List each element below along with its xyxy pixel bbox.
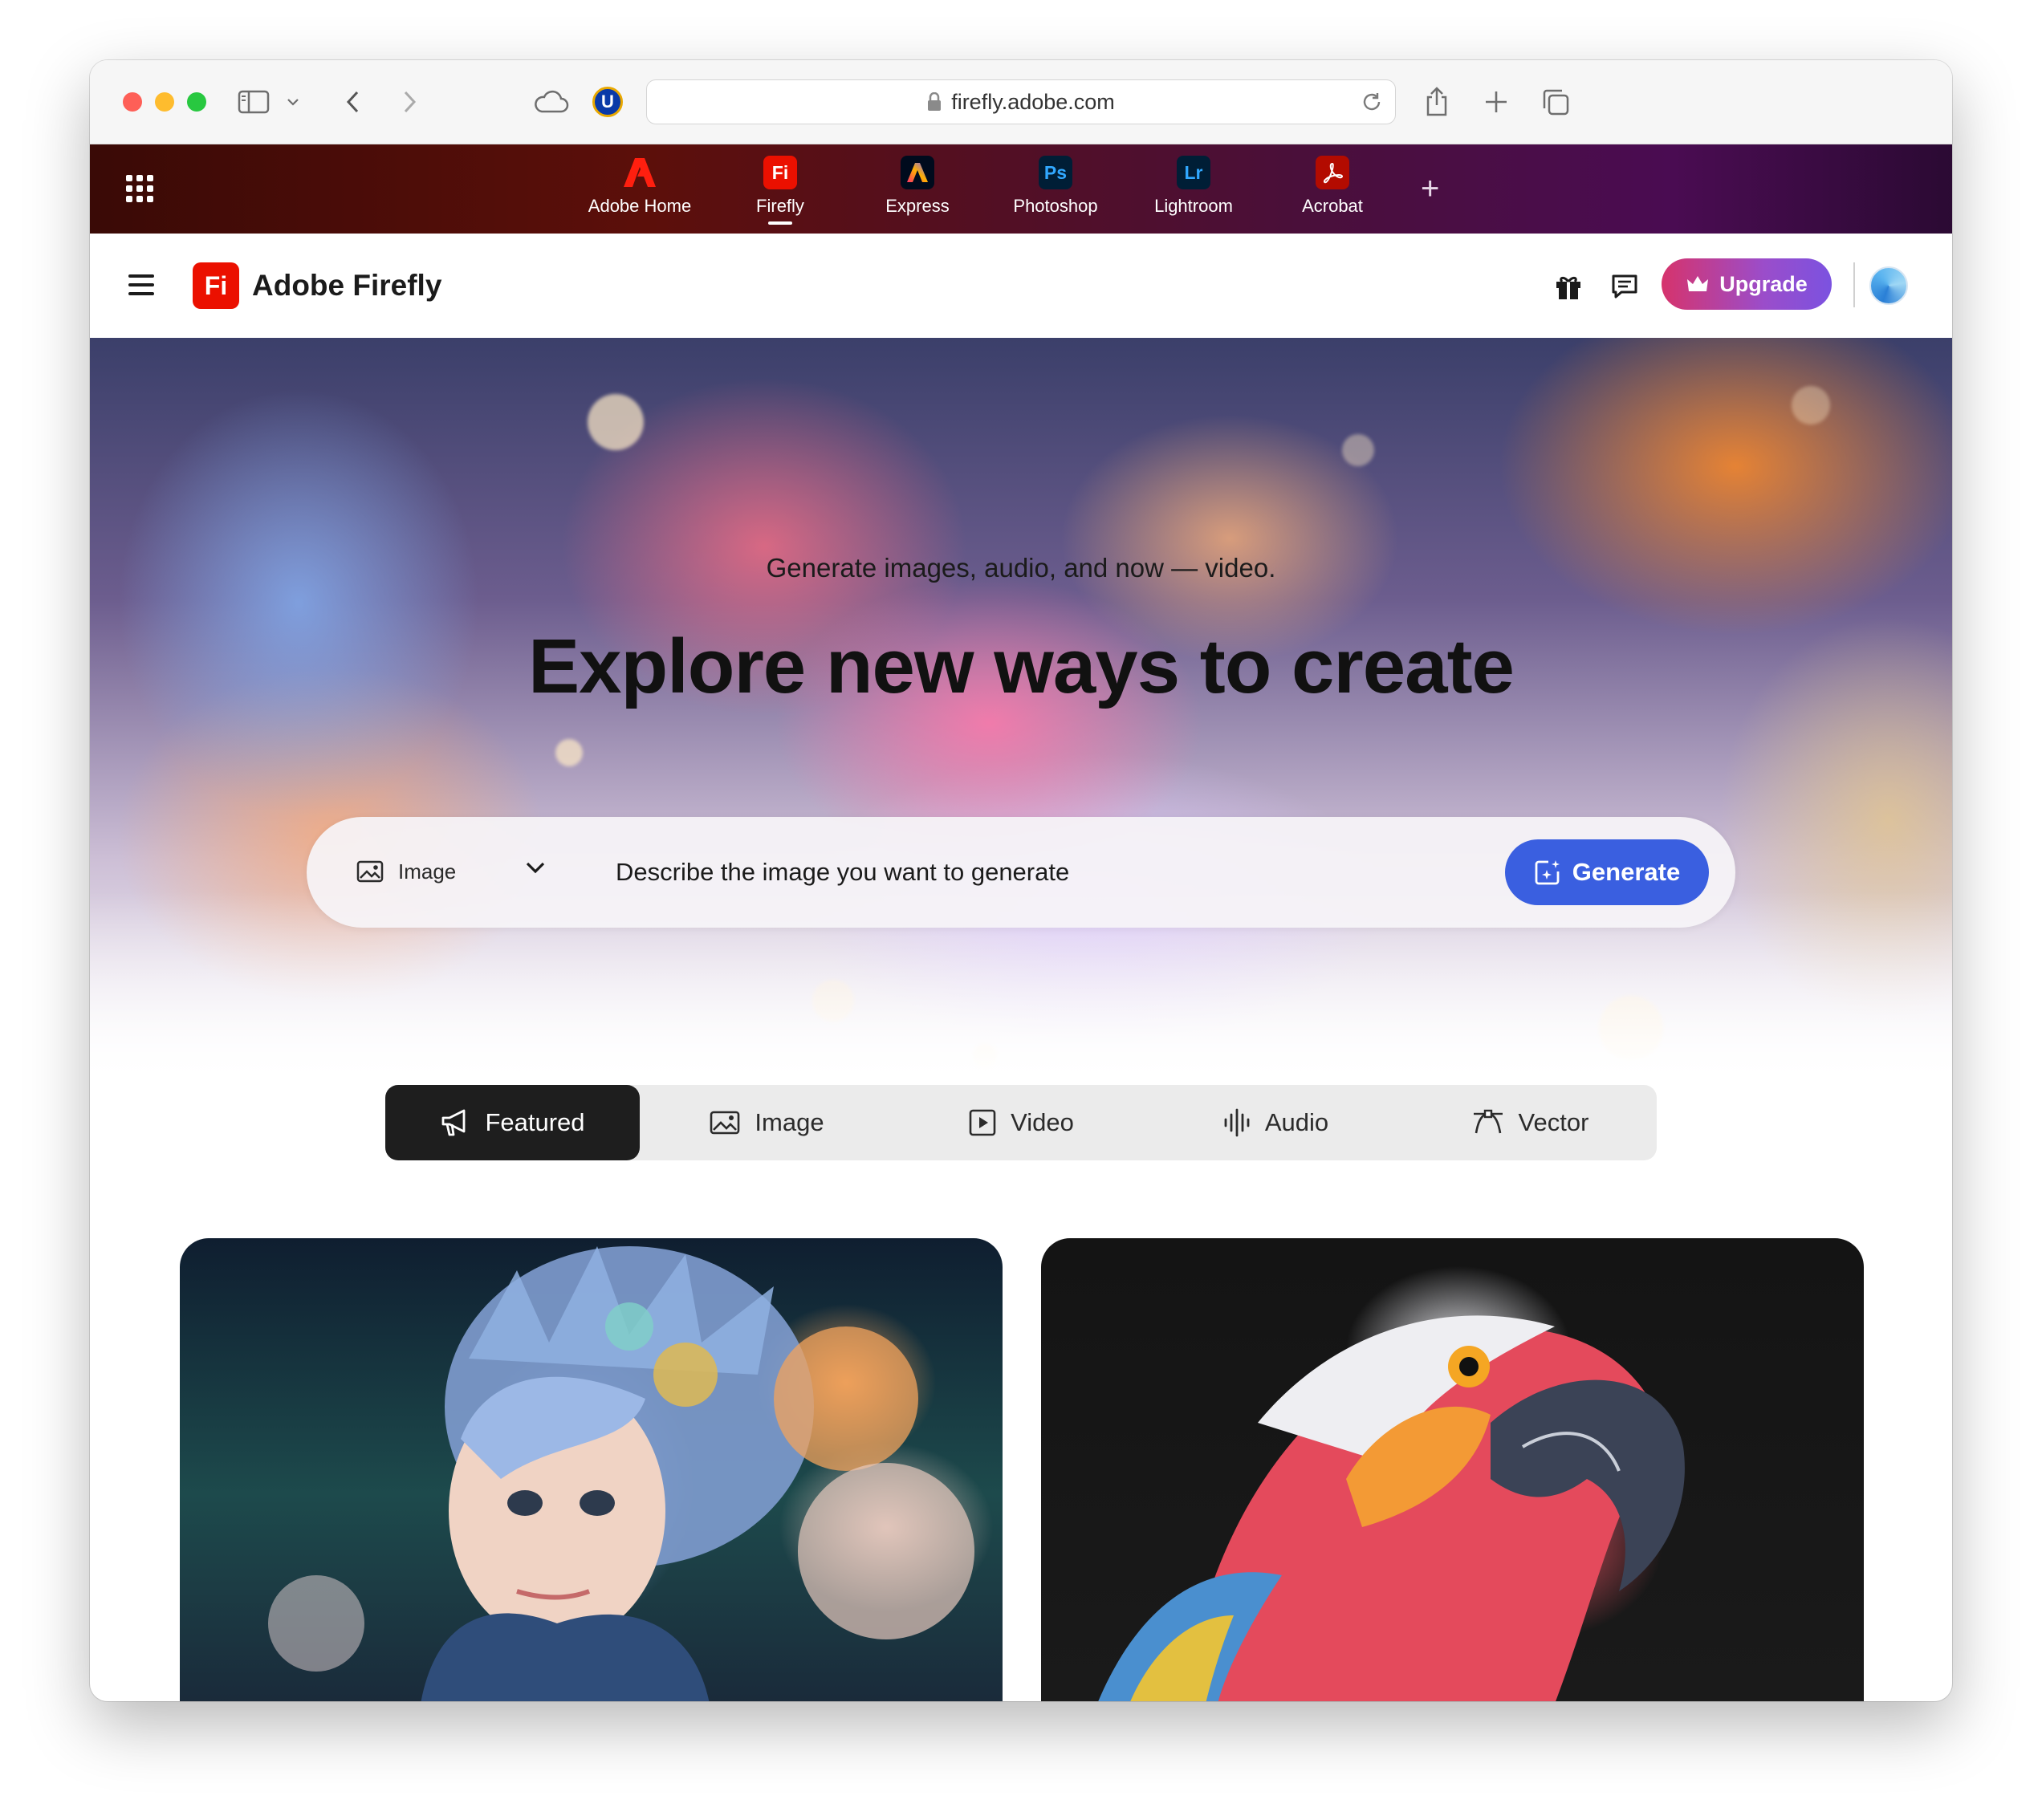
extension-u-icon[interactable]: U bbox=[592, 87, 623, 117]
zoom-window-button[interactable] bbox=[187, 92, 206, 112]
crown-icon bbox=[1687, 276, 1709, 291]
generation-type-select[interactable]: Image bbox=[356, 849, 456, 894]
app-adobe-home[interactable]: Adobe Home bbox=[588, 156, 692, 217]
close-window-button[interactable] bbox=[123, 92, 142, 112]
megaphone-icon bbox=[442, 1109, 466, 1136]
back-icon[interactable] bbox=[334, 83, 372, 121]
header-divider bbox=[1853, 262, 1855, 307]
generate-sparkle-icon bbox=[1535, 860, 1560, 885]
app-express[interactable]: Express bbox=[865, 156, 970, 217]
app-photoshop[interactable]: Ps Photoshop bbox=[1003, 156, 1108, 217]
forward-icon[interactable] bbox=[390, 83, 429, 121]
lock-icon bbox=[928, 92, 942, 111]
icloud-icon[interactable] bbox=[528, 83, 573, 121]
image-icon bbox=[356, 860, 384, 883]
parrot-artwork-image bbox=[1098, 1315, 1685, 1701]
chevron-down-icon[interactable] bbox=[525, 861, 546, 878]
acrobat-logo-icon bbox=[1316, 156, 1349, 189]
express-logo-icon bbox=[901, 156, 934, 189]
firefly-header: Fi Adobe Firefly Upgrade bbox=[90, 234, 1952, 338]
hero-section: Generate images, audio, and now — video.… bbox=[90, 338, 1952, 1084]
upgrade-button[interactable]: Upgrade bbox=[1662, 258, 1832, 310]
lightroom-logo-icon: Lr bbox=[1177, 156, 1210, 189]
tab-image[interactable]: Image bbox=[640, 1085, 894, 1160]
add-app-icon[interactable]: + bbox=[1421, 173, 1439, 205]
hero-title: Explore new ways to create bbox=[528, 624, 1515, 709]
firefly-logo-icon: Fi bbox=[763, 156, 797, 189]
hero-subtitle: Generate images, audio, and now — video. bbox=[766, 553, 1276, 583]
browser-toolbar: U firefly.adobe.com bbox=[90, 60, 1952, 144]
portrait-artwork-image bbox=[268, 1246, 974, 1701]
video-icon bbox=[969, 1109, 996, 1136]
gift-icon[interactable] bbox=[1551, 269, 1586, 304]
app-title[interactable]: Adobe Firefly bbox=[252, 269, 441, 303]
app-firefly[interactable]: Fi Firefly bbox=[728, 156, 832, 225]
sidebar-toggle-icon[interactable] bbox=[234, 83, 273, 121]
adobe-logo-icon bbox=[623, 156, 657, 189]
featured-card-portrait[interactable] bbox=[180, 1238, 1003, 1701]
avatar[interactable] bbox=[1869, 266, 1908, 305]
vector-icon bbox=[1473, 1109, 1503, 1134]
tab-video[interactable]: Video bbox=[894, 1085, 1149, 1160]
tab-overview-icon[interactable] bbox=[1536, 83, 1575, 121]
app-grid-icon[interactable] bbox=[126, 175, 153, 202]
firefly-logo[interactable]: Fi bbox=[193, 262, 239, 309]
tab-audio[interactable]: Audio bbox=[1149, 1085, 1403, 1160]
photoshop-logo-icon: Ps bbox=[1039, 156, 1072, 189]
new-tab-icon[interactable] bbox=[1477, 83, 1515, 121]
active-app-indicator bbox=[768, 221, 792, 225]
app-acrobat[interactable]: Acrobat bbox=[1280, 156, 1385, 217]
featured-card-parrot[interactable] bbox=[1041, 1238, 1864, 1701]
menu-icon[interactable] bbox=[128, 274, 154, 295]
category-tabs: Featured Image Video Audio Vector bbox=[385, 1085, 1657, 1160]
tab-featured[interactable]: Featured bbox=[385, 1085, 640, 1160]
image-icon bbox=[710, 1111, 740, 1135]
prompt-bar: Image Generate bbox=[307, 817, 1735, 928]
reload-icon[interactable] bbox=[1360, 90, 1384, 118]
tab-vector[interactable]: Vector bbox=[1403, 1085, 1658, 1160]
address-bar[interactable]: firefly.adobe.com bbox=[646, 79, 1396, 124]
audio-icon bbox=[1224, 1108, 1250, 1137]
url-text: firefly.adobe.com bbox=[951, 89, 1115, 114]
app-lightroom[interactable]: Lr Lightroom bbox=[1141, 156, 1246, 217]
adobe-app-bar: Adobe Home Fi Firefly Express Ps Photosh… bbox=[90, 144, 1952, 234]
chevron-down-icon[interactable] bbox=[281, 83, 305, 121]
prompt-input[interactable] bbox=[616, 851, 1458, 894]
share-icon[interactable] bbox=[1418, 83, 1456, 121]
minimize-window-button[interactable] bbox=[155, 92, 174, 112]
feedback-icon[interactable] bbox=[1607, 269, 1642, 304]
generate-button[interactable]: Generate bbox=[1505, 839, 1709, 905]
browser-window: U firefly.adobe.com Adobe Home Fi Firefl… bbox=[90, 60, 1952, 1701]
